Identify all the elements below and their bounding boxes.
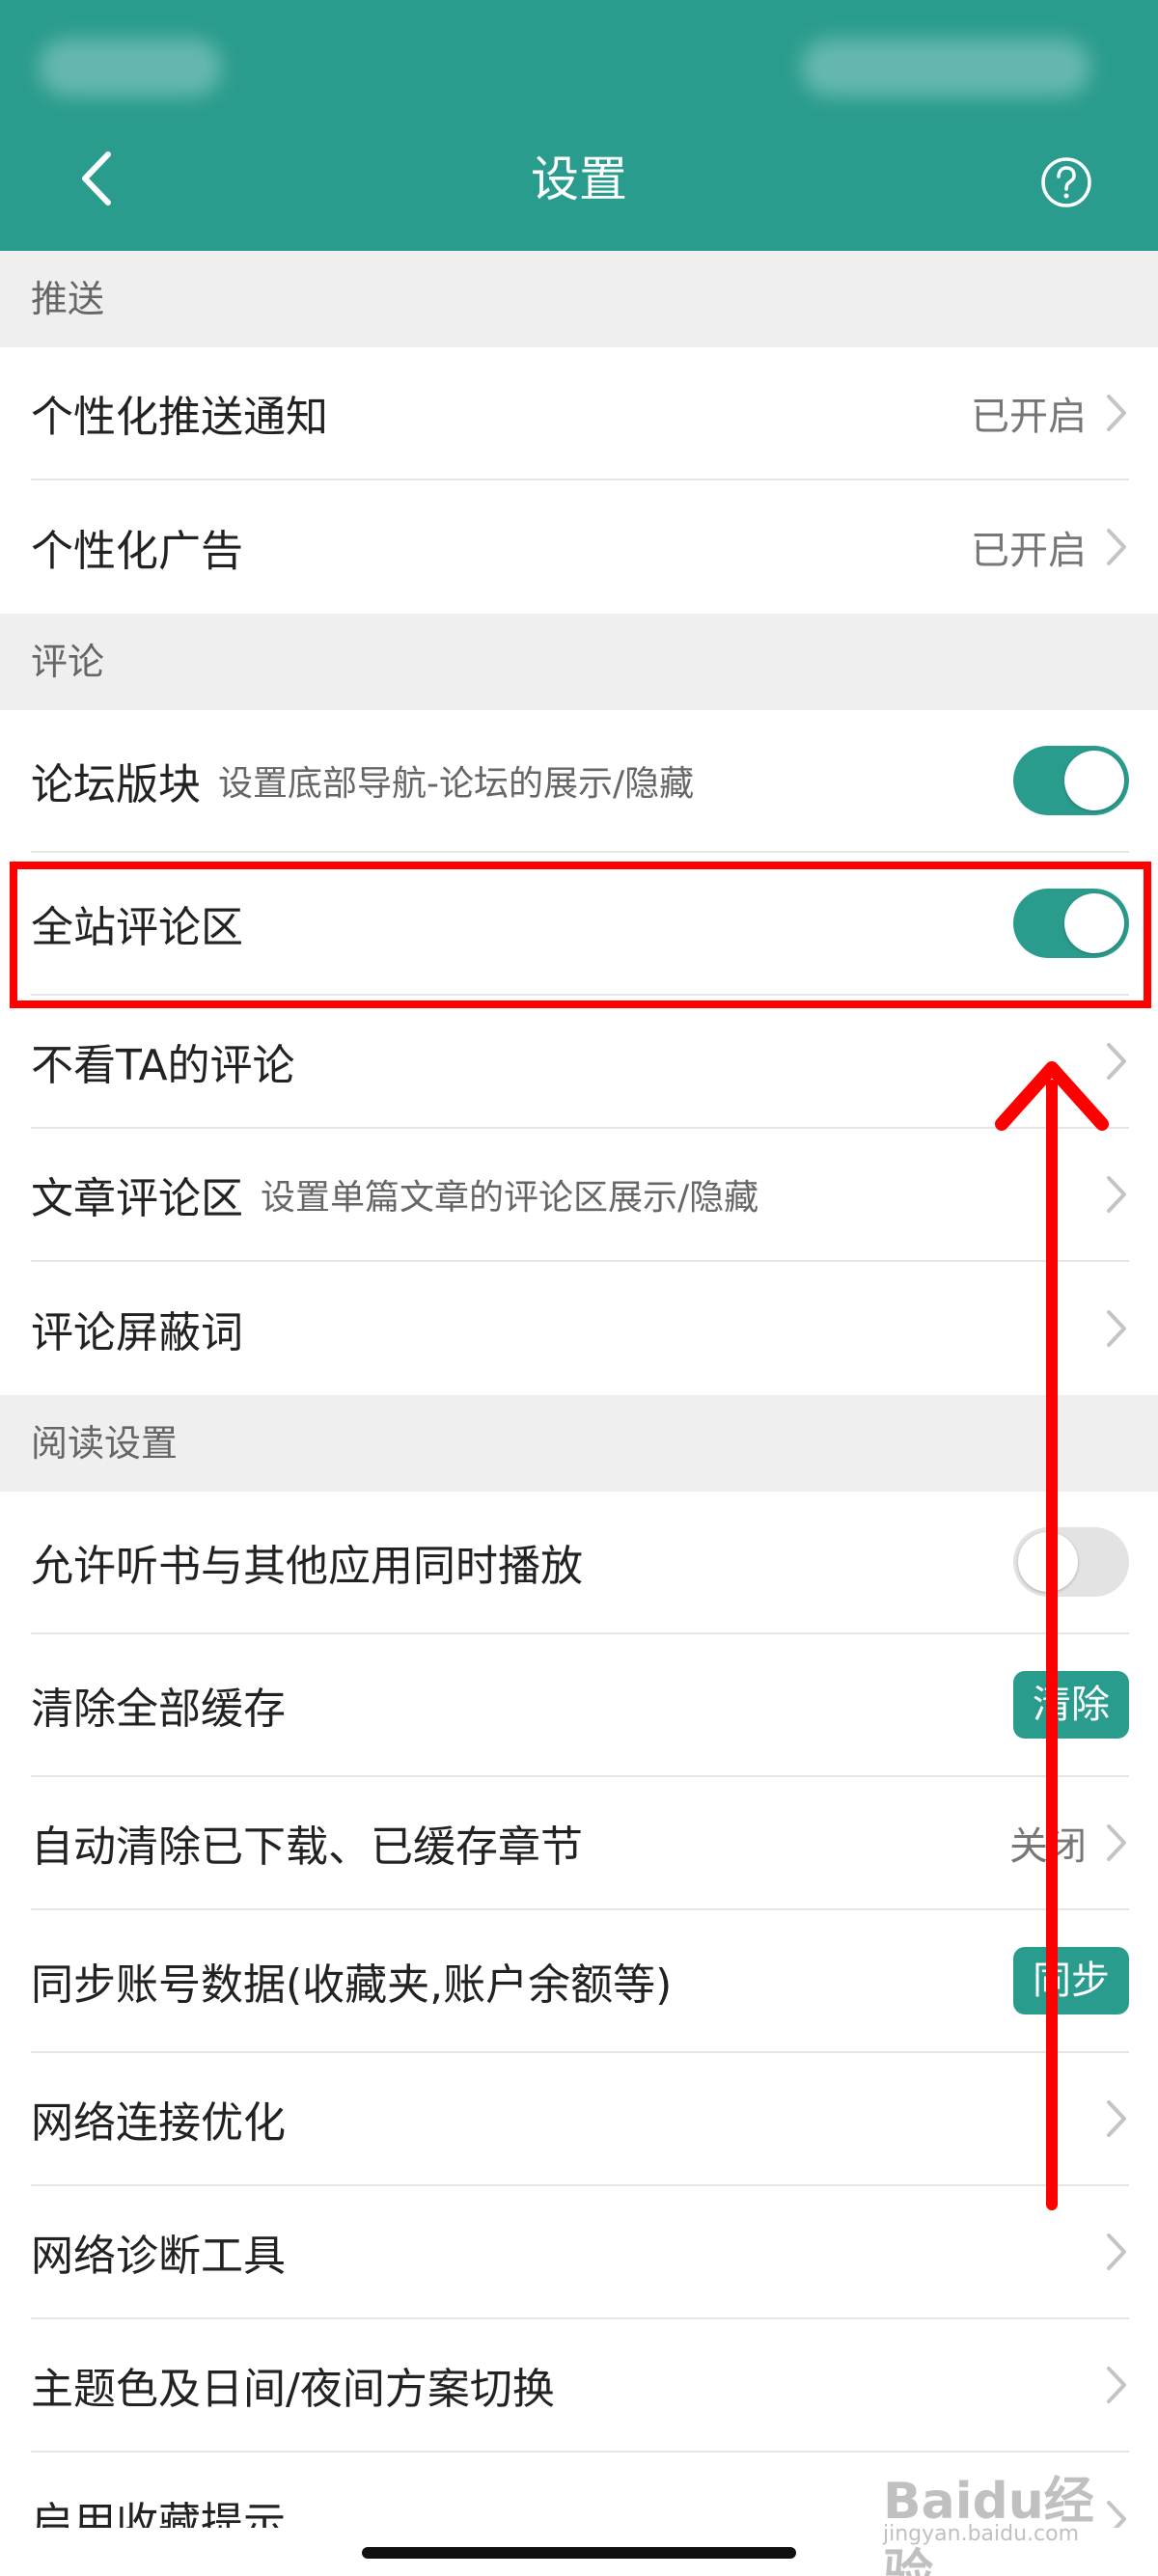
setting-label: 不看TA的评论: [31, 1041, 295, 1090]
chevron-right-icon: [1107, 395, 1126, 431]
setting-value: 已开启: [971, 395, 1087, 439]
help-button[interactable]: [1040, 156, 1092, 208]
home-indicator[interactable]: [362, 2547, 796, 2559]
setting-row-theme-switch[interactable]: 主题色及日间/夜间方案切换: [31, 2319, 1129, 2453]
setting-label: 论坛版块: [31, 760, 201, 809]
setting-label: 自动清除已下载、已缓存章节: [31, 1822, 583, 1872]
watermark-subtext: jingyan.baidu.com: [883, 2522, 1080, 2546]
setting-row-comment-blocked-words[interactable]: 评论屏蔽词: [31, 1262, 1129, 1395]
settings-list: 推送 个性化推送通知 已开启 个性化广告 已开启 评论 论坛版块 设置底部导航-…: [0, 251, 1158, 2528]
setting-row-network-diagnostics[interactable]: 网络诊断工具: [31, 2186, 1129, 2319]
section-header-comments: 评论: [0, 614, 1158, 710]
setting-label: 个性化广告: [31, 527, 243, 576]
setting-row-sync-account: 同步账号数据(收藏夹,账户余额等) 同步: [31, 1910, 1129, 2053]
setting-row-forum-section: 论坛版块 设置底部导航-论坛的展示/隐藏: [31, 710, 1129, 853]
forum-section-toggle[interactable]: [1013, 746, 1129, 815]
baidu-watermark: Baidu经验 jingyan.baidu.com: [883, 2441, 1134, 2576]
question-circle-icon: [1041, 157, 1091, 207]
setting-subtitle: 设置底部导航-论坛的展示/隐藏: [218, 764, 695, 804]
setting-label: 启用收藏提示: [31, 2499, 286, 2528]
setting-label: 网络诊断工具: [31, 2232, 286, 2281]
chevron-right-icon: [1107, 529, 1126, 565]
setting-row-personalized-push[interactable]: 个性化推送通知 已开启: [31, 347, 1129, 480]
section-header-push: 推送: [0, 251, 1158, 347]
setting-label: 允许听书与其他应用同时播放: [31, 1542, 583, 1591]
setting-value: 已开启: [971, 529, 1087, 573]
up-arrow-annotation: [995, 1061, 1109, 2210]
setting-label: 网络连接优化: [31, 2098, 286, 2148]
setting-label: 评论屏蔽词: [31, 1308, 243, 1357]
setting-label: 文章评论区: [31, 1174, 243, 1223]
status-bar-blurred-right: [801, 39, 1090, 96]
watermark-text: Baidu经验: [883, 2473, 1094, 2576]
setting-row-blocked-users-comments[interactable]: 不看TA的评论: [31, 996, 1129, 1129]
highlight-box: [10, 862, 1151, 1008]
app-header: 设置: [0, 0, 1158, 251]
chevron-right-icon: [1107, 2367, 1126, 2403]
setting-row-personalized-ads[interactable]: 个性化广告 已开启: [31, 480, 1129, 614]
section-header-reading: 阅读设置: [0, 1395, 1158, 1492]
setting-row-clear-cache: 清除全部缓存 清除: [31, 1634, 1129, 1777]
setting-row-audio-mix: 允许听书与其他应用同时播放: [31, 1492, 1129, 1634]
chevron-right-icon: [1107, 2233, 1126, 2270]
setting-subtitle: 设置单篇文章的评论区展示/隐藏: [261, 1178, 759, 1218]
setting-row-auto-clear-chapters[interactable]: 自动清除已下载、已缓存章节 关闭: [31, 1777, 1129, 1910]
setting-row-network-optimization[interactable]: 网络连接优化: [31, 2053, 1129, 2186]
setting-label: 主题色及日间/夜间方案切换: [31, 2365, 555, 2414]
page-title: 设置: [531, 151, 627, 207]
setting-label: 个性化推送通知: [31, 393, 328, 442]
setting-row-article-comments[interactable]: 文章评论区 设置单篇文章的评论区展示/隐藏: [31, 1129, 1129, 1262]
setting-label: 同步账号数据(收藏夹,账户余额等): [31, 1960, 673, 2010]
setting-label: 清除全部缓存: [31, 1685, 286, 1734]
status-bar-blurred-left: [39, 39, 222, 96]
